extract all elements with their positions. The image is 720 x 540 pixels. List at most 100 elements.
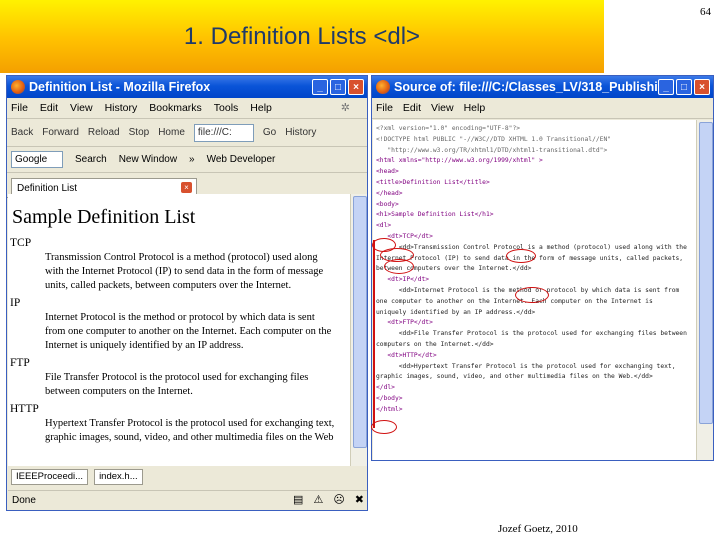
source-line: <html xmlns="http://www.w3.org/1999/xhtm… [376, 157, 543, 165]
source-menu-bar: File Edit View Help [372, 98, 713, 119]
web-developer-menu[interactable]: Web Developer [207, 154, 276, 165]
slide-footer: Jozef Goetz, 2010 [498, 523, 578, 535]
slide-title: 1. Definition Lists <dl> [183, 22, 421, 50]
reload-button[interactable]: Reload [88, 127, 120, 138]
minimize-button[interactable]: _ [312, 79, 328, 95]
dl-term: IP [10, 297, 21, 309]
source-line: </html> [376, 405, 403, 413]
source-line: uniquely identified by an IP address.</d… [376, 308, 536, 316]
source-line: <head> [376, 168, 399, 176]
source-line: "http://www.w3.org/TR/xhtml1/DTD/xhtml1-… [376, 146, 608, 154]
annotation-circle-end-dl [371, 420, 397, 434]
page-content: Sample Definition List TCP Transmission … [8, 194, 350, 466]
taskbar-item[interactable]: index.h... [94, 469, 143, 485]
source-line: </body> [376, 394, 403, 402]
status-text: Done [12, 494, 36, 506]
scrollbar-thumb[interactable] [699, 122, 713, 424]
source-line: <h1>Sample Definition List</h1> [376, 211, 494, 219]
source-line: between computers over the Internet.</dd… [376, 265, 532, 273]
annotation-circle-end-dt [506, 249, 536, 263]
source-line: <body> [376, 200, 399, 208]
source-line: <dl> [376, 222, 392, 230]
go-button[interactable]: Go [263, 127, 276, 138]
maximize-button[interactable]: □ [330, 79, 346, 95]
menu-bar: File Edit View History Bookmarks Tools H… [7, 98, 367, 119]
annotation-bracket-line [373, 240, 375, 428]
more-chevron-icon[interactable]: » [189, 154, 195, 165]
menu-edit[interactable]: Edit [40, 102, 58, 114]
maximize-button[interactable]: □ [676, 79, 692, 95]
taskbar-item[interactable]: IEEEProceedi... [11, 469, 89, 485]
source-line: computers on the Internet.</dd> [376, 340, 494, 348]
source-line: <dd>Transmission Control Protocol is a m… [376, 243, 687, 251]
minimize-button[interactable]: _ [658, 79, 674, 95]
menu-help[interactable]: Help [250, 102, 272, 114]
menu-bookmarks[interactable]: Bookmarks [149, 102, 202, 114]
window-titlebar[interactable]: Definition List - Mozilla Firefox _ □ × [7, 76, 367, 98]
search-engine-box[interactable]: Google [11, 151, 63, 168]
bookmarks-toolbar: Google Search New Window » Web Developer [7, 147, 367, 173]
page-number: 64 [700, 6, 711, 18]
menu-tools[interactable]: Tools [214, 102, 239, 114]
close-button[interactable]: × [694, 79, 710, 95]
menu-file[interactable]: File [11, 102, 28, 114]
status-page-icon: ▤ [293, 494, 304, 506]
dl-term: TCP [10, 237, 32, 249]
status-error-icon[interactable]: ✖ [355, 493, 364, 506]
page-scrollbar[interactable] [350, 194, 367, 466]
tab-label: Definition List [17, 182, 78, 194]
firefox-icon [11, 80, 25, 94]
dl-definition: Transmission Control Protocol is a metho… [45, 252, 324, 291]
home-button[interactable]: Home [158, 127, 185, 138]
source-line: <dd>Hypertext Transfer Protocol is the p… [376, 362, 676, 370]
slide-title-banner: 1. Definition Lists <dl> [0, 0, 604, 73]
new-window-button[interactable]: New Window [119, 154, 177, 165]
source-line: <dt>TCP</dt> [376, 232, 433, 240]
source-window-title: Source of: file:///C:/Classes_LV/318_Pub… [394, 80, 658, 94]
menu-help[interactable]: Help [464, 102, 486, 114]
search-button[interactable]: Search [75, 154, 107, 165]
page-heading: Sample Definition List [12, 206, 196, 228]
menu-edit[interactable]: Edit [403, 102, 421, 114]
dl-definition: Hypertext Transfer Protocol is the proto… [45, 418, 335, 443]
url-input[interactable]: file:///C: [193, 123, 254, 142]
source-line: <?xml version="1.0" encoding="UTF-8"?> [376, 125, 521, 132]
source-line: graphic images, sound, video, and other … [376, 373, 653, 381]
firefox-window: Definition List - Mozilla Firefox _ □ × … [6, 75, 368, 511]
source-scrollbar[interactable] [696, 120, 713, 460]
throbber-icon: ✲ [340, 102, 350, 114]
annotation-circle-dd [384, 259, 414, 274]
dl-term: HTTP [10, 403, 39, 415]
source-window-titlebar[interactable]: Source of: file:///C:/Classes_LV/318_Pub… [372, 76, 713, 98]
close-button[interactable]: × [348, 79, 364, 95]
back-button[interactable]: Back [11, 127, 33, 138]
source-line: <title>Definition List</title> [376, 178, 490, 186]
history-button[interactable]: History [285, 127, 316, 138]
source-line: Internet Protocol (IP) to send data in t… [376, 254, 684, 262]
annotation-circle-end-dd [515, 287, 549, 303]
navigation-toolbar: Back Forward Reload Stop Home file:///C:… [7, 119, 367, 147]
source-line: <!DOCTYPE html PUBLIC "-//W3C//DTD XHTML… [376, 135, 612, 143]
window-title: Definition List - Mozilla Firefox [29, 80, 211, 94]
menu-file[interactable]: File [376, 102, 393, 114]
source-line: <dt>IP</dt> [376, 276, 430, 284]
stop-button[interactable]: Stop [129, 127, 150, 138]
scrollbar-thumb[interactable] [353, 196, 367, 448]
dl-term: FTP [10, 357, 30, 369]
forward-button[interactable]: Forward [42, 127, 79, 138]
taskbar: IEEEProceedi... index.h... [8, 468, 367, 486]
source-line: </head> [376, 189, 403, 197]
firefox-icon [376, 80, 390, 94]
view-source-window: Source of: file:///C:/Classes_LV/318_Pub… [371, 75, 714, 461]
dl-definition: Internet Protocol is the method or proto… [45, 312, 332, 351]
menu-history[interactable]: History [105, 102, 138, 114]
menu-view[interactable]: View [431, 102, 454, 114]
source-line: </dl> [376, 384, 395, 392]
status-warning-icon: ⚠ [313, 494, 324, 506]
menu-view[interactable]: View [70, 102, 93, 114]
status-bar: Done ▤ ⚠ ☹ ✖ [8, 490, 367, 509]
close-tab-icon[interactable]: × [181, 182, 192, 193]
dl-definition: File Transfer Protocol is the protocol u… [45, 372, 309, 397]
source-line: <dt>FTP</dt> [376, 319, 433, 327]
source-line: <dd>File Transfer Protocol is the protoc… [376, 330, 687, 338]
